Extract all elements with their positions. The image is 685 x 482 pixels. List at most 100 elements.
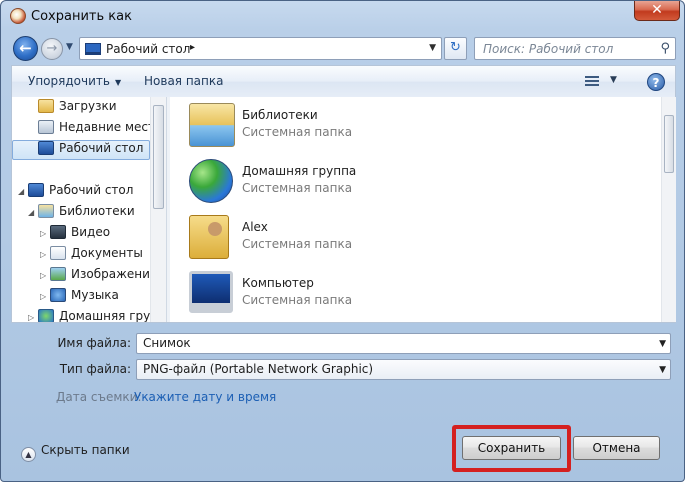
expanded-triangle-icon[interactable]: ◢ xyxy=(18,187,28,196)
pictures-icon xyxy=(50,267,66,281)
file-type: Системная папка xyxy=(242,125,353,139)
sidebar-item-recent-places[interactable]: Недавние места xyxy=(38,120,162,140)
filetype-value[interactable]: PNG-файл (Portable Network Graphic) xyxy=(143,362,373,376)
sidebar-item-music[interactable]: ▷ Музыка xyxy=(40,288,150,308)
computer-icon xyxy=(189,271,233,313)
search-box[interactable]: Поиск: Рабочий стол ⚲ xyxy=(474,37,676,60)
date-taken-link[interactable]: Укажите дату и время xyxy=(134,390,276,404)
music-icon xyxy=(50,288,66,302)
address-bar[interactable]: Рабочий стол ▸ ▼ xyxy=(79,37,442,60)
file-name: Компьютер xyxy=(242,276,314,290)
sidebar-item-label: Музыка xyxy=(71,288,119,302)
recent-pages-dropdown-icon[interactable]: ▼ xyxy=(66,42,73,52)
paint-app-icon xyxy=(10,8,26,24)
filename-label: Имя файла: xyxy=(57,336,131,350)
sidebar-item-label: Изображения xyxy=(71,267,158,281)
organize-label: Упорядочить xyxy=(28,74,110,88)
sidebar-item-pictures[interactable]: ▷ Изображения xyxy=(40,267,157,287)
sidebar-item-label: Документы xyxy=(71,246,143,260)
save-button[interactable]: Сохранить xyxy=(462,436,561,460)
address-text[interactable]: Рабочий стол xyxy=(106,42,190,56)
filename-dropdown-icon[interactable]: ▼ xyxy=(659,339,666,349)
file-type: Системная папка xyxy=(242,293,353,307)
sidebar-item-label: Недавние места xyxy=(59,120,163,134)
collapsed-triangle-icon[interactable]: ▷ xyxy=(40,229,50,238)
sidebar-item-label: Рабочий стол xyxy=(49,183,134,197)
filetype-select[interactable]: PNG-файл (Portable Network Graphic) ▼ xyxy=(136,359,671,380)
sidebar-item-desktop[interactable]: ◢ Рабочий стол xyxy=(18,183,148,203)
save-as-dialog: Сохранить как ✕ ← → ▼ Рабочий стол ▸ ▼ ↻… xyxy=(0,0,685,482)
search-input[interactable]: Поиск: Рабочий стол xyxy=(483,42,613,56)
navigation-pane: Загрузки Недавние места Рабочий стол ◢ Ра… xyxy=(12,97,166,322)
libraries-icon xyxy=(38,204,54,218)
sidebar-item-label: Библиотеки xyxy=(59,204,135,218)
desktop-icon xyxy=(38,141,54,155)
sidebar-item-desktop-selected[interactable]: Рабочий стол xyxy=(12,140,150,160)
file-name: Библиотеки xyxy=(242,108,318,122)
collapsed-triangle-icon[interactable]: ▷ xyxy=(28,313,38,322)
close-button[interactable]: ✕ xyxy=(634,1,680,21)
recent-places-icon xyxy=(38,120,54,134)
collapsed-triangle-icon[interactable]: ▷ xyxy=(40,271,50,280)
file-item-libraries[interactable]: Библиотеки Системная папка xyxy=(189,103,489,155)
help-button[interactable]: ? xyxy=(647,73,665,91)
collapsed-triangle-icon[interactable]: ▷ xyxy=(40,292,50,301)
command-toolbar: Упорядочить ▼ Новая папка ▼ ? xyxy=(11,65,676,97)
file-type: Системная папка xyxy=(242,181,353,195)
search-icon[interactable]: ⚲ xyxy=(660,41,670,56)
user-folder-icon xyxy=(189,215,229,259)
forward-button[interactable]: → xyxy=(41,38,63,60)
dialog-footer: ▲ Скрыть папки Сохранить Отмена xyxy=(1,415,684,481)
address-dropdown-icon[interactable]: ▼ xyxy=(429,43,436,53)
browser-area: Загрузки Недавние места Рабочий стол ◢ Ра… xyxy=(11,97,676,323)
video-icon xyxy=(50,225,66,239)
navigation-bar: ← → ▼ Рабочий стол ▸ ▼ ↻ Поиск: Рабочий … xyxy=(1,31,684,65)
date-taken-label: Дата съемки: xyxy=(56,390,142,404)
collapsed-triangle-icon[interactable]: ▷ xyxy=(40,250,50,259)
navigation-pane-scrollbar[interactable] xyxy=(150,97,166,322)
file-name: Домашняя группа xyxy=(242,164,357,178)
documents-icon xyxy=(50,246,66,260)
file-item-homegroup[interactable]: Домашняя группа Системная папка xyxy=(189,159,489,211)
scrollbar-thumb[interactable] xyxy=(664,115,674,173)
filetype-dropdown-icon[interactable]: ▼ xyxy=(659,365,666,375)
file-item-alex[interactable]: Alex Системная папка xyxy=(189,215,489,267)
filename-value[interactable]: Снимок xyxy=(143,336,191,350)
expanded-triangle-icon[interactable]: ◢ xyxy=(28,208,38,217)
libraries-icon xyxy=(189,103,235,147)
organize-menu-button[interactable]: Упорядочить ▼ xyxy=(28,74,121,88)
filename-field[interactable]: Снимок ▼ xyxy=(136,333,671,354)
scrollbar-thumb[interactable] xyxy=(153,105,164,209)
title-bar: Сохранить как ✕ xyxy=(1,1,684,31)
file-item-computer[interactable]: Компьютер Системная папка xyxy=(189,271,489,322)
refresh-button[interactable]: ↻ xyxy=(444,37,467,60)
chevron-up-icon: ▲ xyxy=(21,447,36,462)
filetype-label: Тип файла: xyxy=(59,362,131,376)
sidebar-item-video[interactable]: ▷ Видео xyxy=(40,225,150,245)
desktop-icon xyxy=(85,43,101,55)
chevron-down-icon: ▼ xyxy=(114,78,122,87)
window-title: Сохранить как xyxy=(31,9,132,24)
save-options: Имя файла: Снимок ▼ Тип файла: PNG-файл … xyxy=(11,323,676,415)
file-type: Системная папка xyxy=(242,237,353,251)
sidebar-item-homegroup[interactable]: ▷ Домашняя группа xyxy=(28,309,166,322)
hide-folders-button[interactable]: ▲ Скрыть папки xyxy=(21,443,130,462)
back-button[interactable]: ← xyxy=(13,36,38,61)
file-list-scrollbar[interactable] xyxy=(661,97,676,322)
pane-splitter[interactable] xyxy=(166,97,170,322)
folder-icon xyxy=(38,99,54,113)
sidebar-item-label: Видео xyxy=(71,225,111,239)
sidebar-item-label: Рабочий стол xyxy=(59,141,144,155)
breadcrumb-chevron-icon[interactable]: ▸ xyxy=(190,42,195,53)
views-icon[interactable] xyxy=(585,74,599,88)
file-list: Библиотеки Системная папка Домашняя груп… xyxy=(171,97,661,322)
new-folder-button[interactable]: Новая папка xyxy=(144,74,223,88)
cancel-button[interactable]: Отмена xyxy=(573,436,660,460)
sidebar-item-libraries[interactable]: ◢ Библиотеки xyxy=(28,204,150,224)
sidebar-item-label: Загрузки xyxy=(59,99,117,113)
sidebar-item-documents[interactable]: ▷ Документы xyxy=(40,246,150,266)
views-dropdown-icon[interactable]: ▼ xyxy=(610,75,617,85)
homegroup-icon xyxy=(38,309,54,322)
sidebar-item-downloads[interactable]: Загрузки xyxy=(38,99,148,119)
hide-folders-label: Скрыть папки xyxy=(41,443,130,457)
